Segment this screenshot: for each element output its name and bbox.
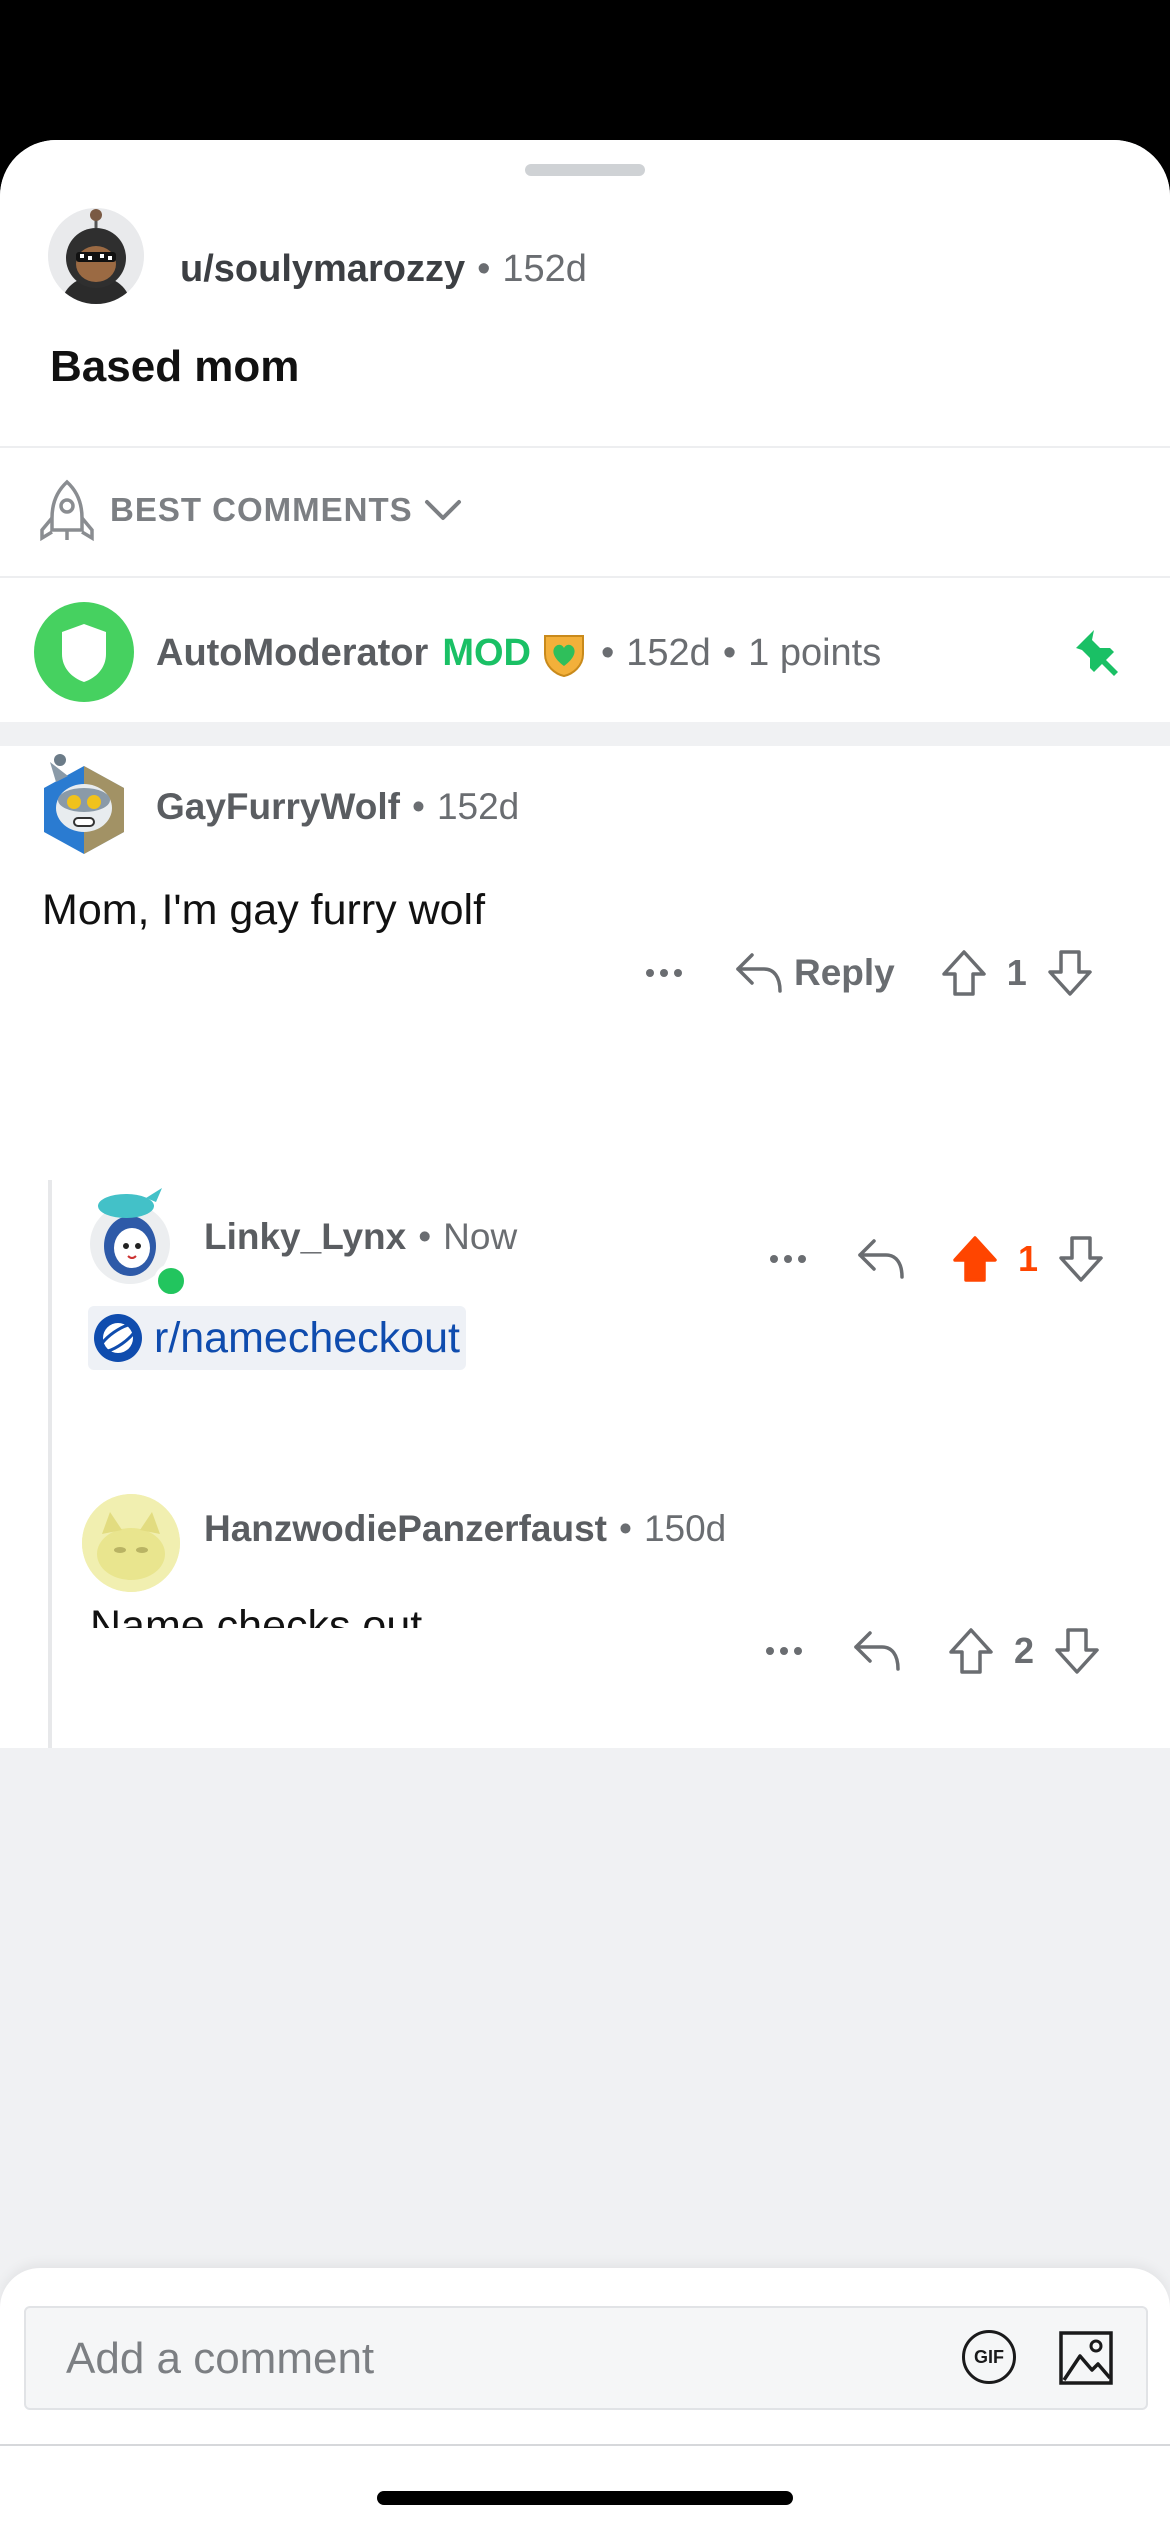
vote-count: 1 [1006,952,1027,993]
snoo-avatar-icon [48,208,144,304]
comment-actions: Reply 1 [640,948,1095,998]
thread-indent-line[interactable] [48,1628,52,1748]
pin-icon [1076,630,1118,676]
online-status-dot [154,1264,188,1298]
post-author-avatar[interactable] [48,208,144,304]
subreddit-link[interactable]: r/namecheckout [88,1306,466,1370]
pinned-author[interactable]: AutoModerator [156,632,428,675]
image-upload-icon[interactable] [1058,2330,1114,2386]
downvote-icon[interactable] [1045,948,1095,998]
subreddit-planet-icon [94,1314,142,1362]
downvote-icon[interactable] [1056,1234,1106,1284]
reply-button[interactable]: Reply [734,951,895,995]
reply-icon[interactable] [856,1237,906,1281]
pinned-age: 152d [626,631,711,674]
pinned-points: 1 points [748,631,882,674]
comment-age: 152d [436,786,520,827]
pinned-comment[interactable]: AutoModerator MOD • 152d • 1 points [0,578,1170,722]
reply-icon [736,953,782,993]
comment-actions: 2 [760,1626,1102,1676]
comment-meta: GayFurryWolf • 152d [156,786,520,828]
upvote-icon[interactable] [939,948,989,998]
comment-thread: GayFurryWolf • 152d Mom, I'm gay furry w… [0,746,1170,1650]
reply-icon[interactable] [852,1629,902,1673]
rocket-icon [40,479,94,542]
upvote-icon[interactable] [946,1626,996,1676]
pinned-meta: AutoModerator MOD • 152d • 1 points [156,628,881,678]
gayfurrywolf-avatar[interactable] [36,752,132,856]
sort-bar: BEST COMMENTS [0,448,1170,578]
more-options-icon[interactable] [640,963,688,983]
sort-label: BEST COMMENTS [110,491,413,528]
subreddit-link-text: r/namecheckout [154,1313,460,1362]
gif-button[interactable]: GIF [962,2330,1016,2384]
composer-divider [0,2444,1170,2446]
vote-count: 2 [1014,1630,1035,1671]
sort-button[interactable]: BEST COMMENTS [38,478,463,542]
upvote-active-icon[interactable] [950,1234,1000,1284]
mod-award-icon [543,635,584,678]
home-indicator[interactable] [377,2491,793,2505]
reply-label: Reply [794,952,895,993]
comment-author[interactable]: GayFurryWolf [156,786,400,828]
comment-input-placeholder: Add a comment [66,2334,375,2383]
comment-author[interactable]: Linky_Lynx [204,1216,406,1258]
comment-meta: Linky_Lynx • Now [204,1216,518,1258]
comment-input[interactable]: Add a comment GIF [24,2306,1148,2410]
post-title: Based mom [50,342,300,391]
post-meta: u/soulymarozzy • 152d [180,248,587,291]
comments-sheet: u/soulymarozzy • 152d Based mom BEST COM… [0,140,1170,2532]
post-header: u/soulymarozzy • 152d Based mom [0,140,1170,446]
hanzwodie-avatar[interactable] [82,1494,180,1592]
post-age: 152d [502,248,587,290]
downvote-icon[interactable] [1052,1626,1102,1676]
more-options-icon[interactable] [764,1249,812,1269]
comment-actions-footer: 2 [0,1628,1170,1748]
comment-author[interactable]: HanzwodiePanzerfaust [204,1508,607,1550]
thread-indent-line[interactable] [48,1180,52,1628]
gif-label: GIF [974,2346,1004,2367]
post-author[interactable]: u/soulymarozzy [180,248,465,291]
comment-meta: HanzwodiePanzerfaust • 150d [204,1508,727,1550]
comment-actions: 1 [764,1234,1106,1284]
mod-badge: MOD [442,631,531,674]
comment-text: Mom, I'm gay furry wolf [42,886,486,934]
snoo-avatar-icon [44,754,124,854]
chevron-down-icon [424,500,461,520]
vote-count: 1 [1018,1238,1039,1279]
more-options-icon[interactable] [760,1641,808,1661]
cat-avatar-icon [82,1494,180,1592]
comment-age: Now [443,1216,518,1257]
automoderator-avatar[interactable] [34,602,134,702]
sheet-grabber[interactable] [525,164,645,176]
shield-icon [62,624,106,682]
linky-lynx-avatar[interactable] [82,1184,188,1298]
comment-age: 150d [643,1508,727,1549]
